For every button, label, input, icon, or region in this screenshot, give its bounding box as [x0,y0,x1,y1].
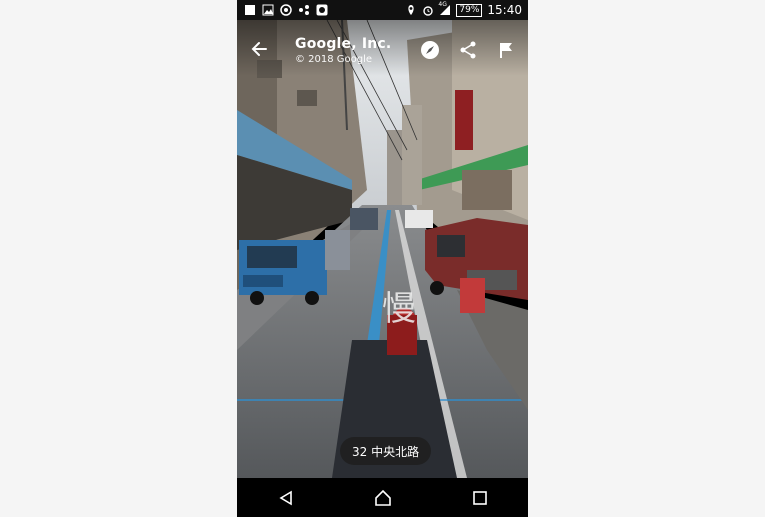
arrow-left-icon [251,42,267,56]
address-text: 32 中央北路 [352,444,420,459]
road-marking: 慢 [382,289,416,329]
place-title: Google, Inc. [295,36,392,52]
chrome-icon [280,4,292,16]
triangle-back-icon [278,490,292,505]
back-button[interactable] [249,38,271,60]
nav-back-button[interactable] [266,478,306,517]
location-icon [405,4,417,16]
viewer-header: Google, Inc. © 2018 Google [237,20,528,76]
report-button[interactable] [496,40,516,60]
copyright-text: © 2018 Google [295,54,373,65]
network-icon [298,4,310,16]
share-button[interactable] [458,40,478,60]
share-icon [460,41,476,59]
alarm-icon [422,4,434,16]
viewer-actions [420,40,516,60]
status-bar: 4G 79% 15:40 [237,0,528,20]
street-view-panorama[interactable]: 慢 [237,19,528,478]
network-type-label: 4G [438,1,447,8]
home-icon [374,489,391,506]
system-nav-bar [237,478,528,517]
signal-icon: 4G [438,1,451,16]
battery-indicator: 79% [456,3,483,17]
address-chip[interactable]: 32 中央北路 [340,437,432,465]
camera-app-icon [316,4,328,16]
clock: 15:40 [487,3,522,17]
app-square-icon [244,4,256,16]
compass-icon [421,41,439,59]
place-info: Google, Inc. © 2018 Google [295,36,391,65]
street-scene-graphic: 慢 [237,19,528,478]
recents-square-icon [472,490,487,505]
nav-home-button[interactable] [363,478,403,517]
nav-recents-button[interactable] [460,478,500,517]
flag-icon [500,43,512,58]
image-icon [262,4,274,16]
phone-screen: 4G 79% 15:40 慢 Google, Inc. © 2018 Googl… [237,0,528,517]
compass-button[interactable] [420,40,440,60]
